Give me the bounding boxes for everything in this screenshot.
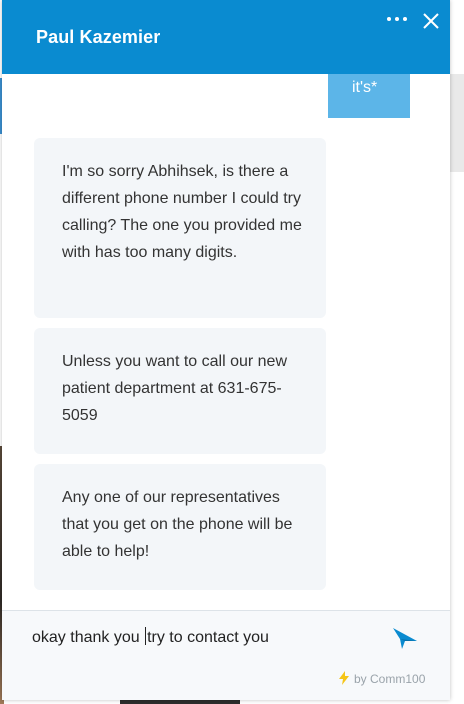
lightning-bolt-icon	[338, 671, 350, 685]
powered-by[interactable]: by Comm100	[338, 671, 425, 686]
chat-widget: Paul Kazemier it's* I'm so sorry Abhihse…	[2, 0, 450, 700]
agent-message-text: Any one of our representatives that you …	[62, 489, 293, 560]
visitor-message: it's*	[328, 74, 410, 118]
text-caret	[145, 627, 147, 645]
chat-header: Paul Kazemier	[2, 0, 450, 74]
close-icon[interactable]	[420, 10, 442, 32]
message-input-text: okay thank you	[32, 629, 145, 646]
agent-message: Any one of our representatives that you …	[34, 464, 326, 590]
message-input-text-after-caret: try to contact you	[147, 629, 269, 646]
message-list[interactable]: it's* I'm so sorry Abhihsek, is there a …	[2, 74, 450, 611]
agent-message-text: Unless you want to call our new patient …	[62, 353, 287, 424]
visitor-message-text: it's*	[352, 79, 378, 96]
agent-name: Paul Kazemier	[36, 27, 161, 47]
powered-by-text: by Comm100	[354, 672, 426, 686]
send-plane-icon[interactable]	[391, 625, 419, 651]
message-composer: okay thank you try to contact you by Com…	[2, 610, 450, 700]
message-input[interactable]: okay thank you try to contact you	[32, 627, 372, 647]
background-page-fragment	[120, 700, 240, 704]
more-horizontal-icon[interactable]	[385, 13, 411, 27]
agent-message: I'm so sorry Abhihsek, is there a differ…	[34, 138, 326, 318]
agent-message: Unless you want to call our new patient …	[34, 328, 326, 454]
background-page-fragment	[450, 74, 464, 172]
agent-message-text: I'm so sorry Abhihsek, is there a differ…	[62, 163, 302, 261]
